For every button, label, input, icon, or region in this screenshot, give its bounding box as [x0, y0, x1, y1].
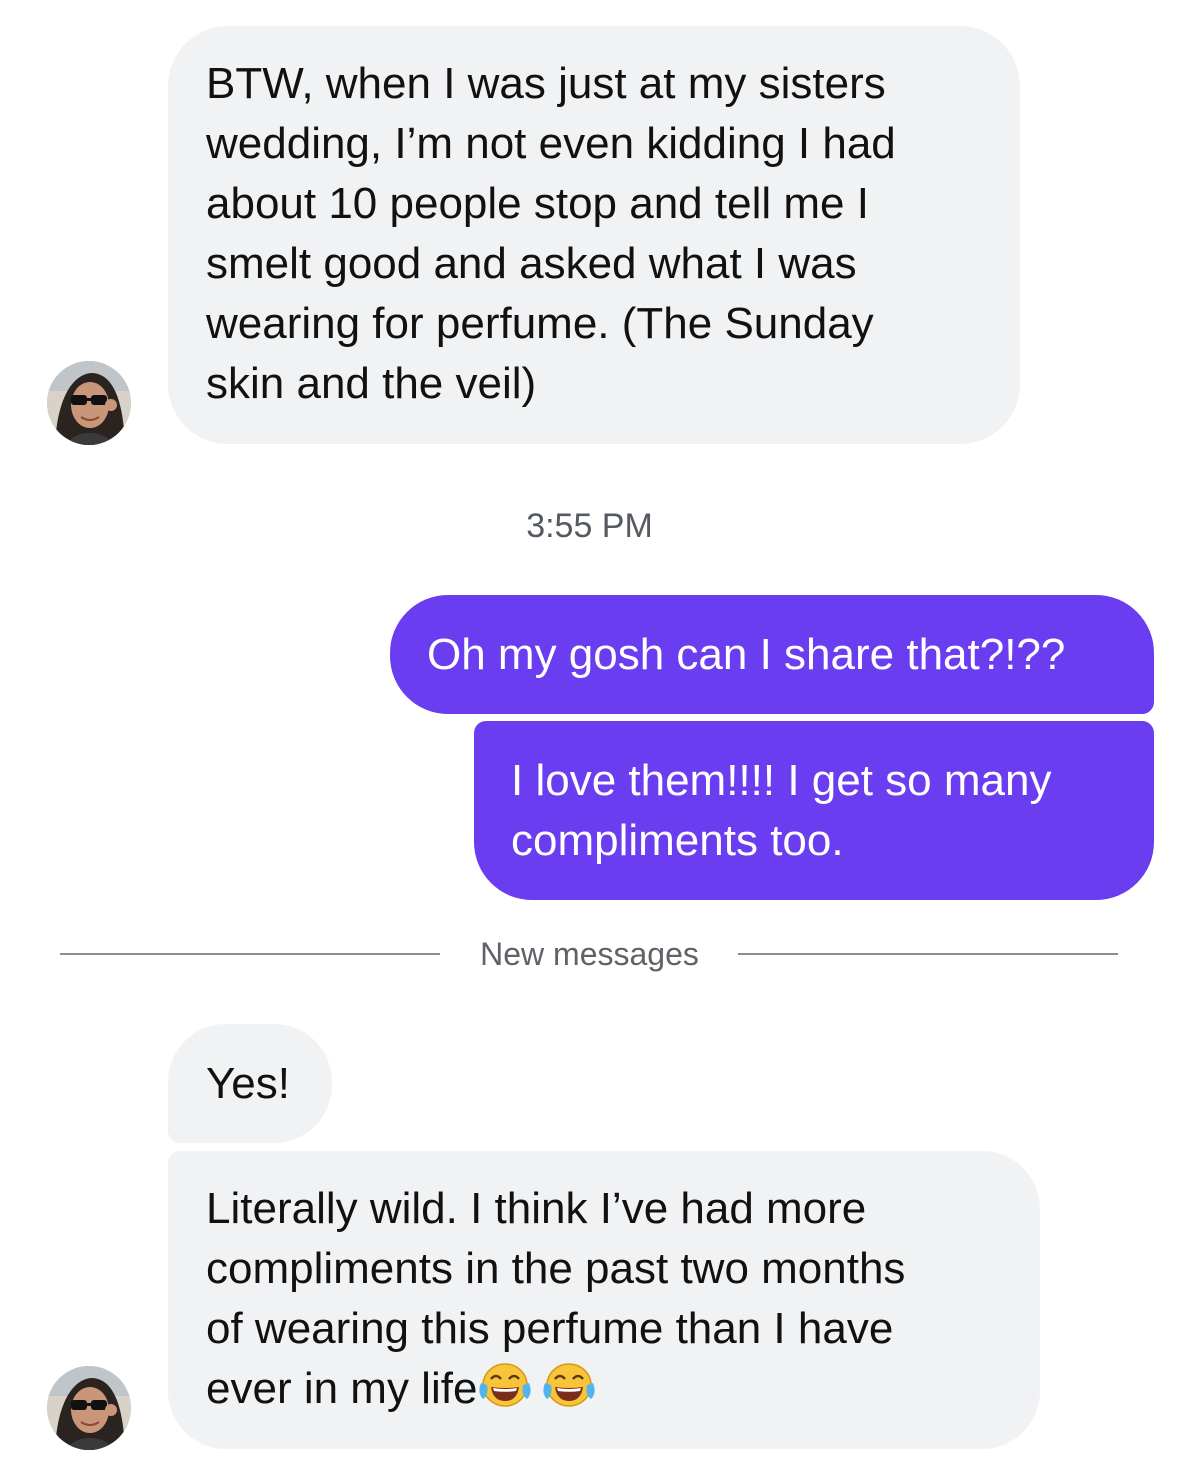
message-text-line: Literally wild. I think I’ve had more — [206, 1184, 867, 1233]
message-text-line-with-emoji: ever in my life — [206, 1359, 1040, 1419]
message-timestamp: 3:55 PM — [526, 507, 653, 545]
message-text-line: Oh my gosh can I share that?!?? — [427, 630, 1066, 679]
message-text-line: wedding, I’m not even kidding I had — [206, 119, 896, 168]
face-with-tears-of-joy-icon — [479, 1363, 532, 1407]
message-text-line: compliments too. — [511, 816, 844, 865]
message-text-line: Yes! — [206, 1059, 291, 1108]
message-text-line: wearing for perfume. (The Sunday — [206, 299, 874, 348]
avatar-photo-icon — [47, 1366, 131, 1450]
message-text-line: smelt good and asked what I was — [206, 239, 857, 288]
avatar-photo-icon — [47, 361, 131, 445]
new-messages-divider-right — [738, 953, 1118, 955]
message-bubble-outgoing[interactable]: I love them!!!! I get so many compliment… — [474, 721, 1154, 900]
message-text-line: about 10 people stop and tell me I — [206, 179, 869, 228]
message-text-line: BTW, when I was just at my sisters — [206, 59, 886, 108]
message-text-line: I love them!!!! I get so many — [511, 756, 1052, 805]
face-with-tears-of-joy-icon — [543, 1363, 596, 1407]
sender-avatar[interactable] — [47, 361, 131, 445]
message-bubble-incoming[interactable]: Yes! — [168, 1024, 332, 1143]
message-bubble-incoming[interactable]: BTW, when I was just at my sisters weddi… — [168, 26, 1020, 444]
message-text-line: compliments in the past two months — [206, 1244, 906, 1293]
message-bubble-outgoing[interactable]: Oh my gosh can I share that?!?? — [390, 595, 1154, 714]
message-text: ever in my life — [206, 1364, 478, 1413]
sender-avatar[interactable] — [47, 1366, 131, 1450]
message-bubble-incoming[interactable]: Literally wild. I think I’ve had more co… — [168, 1151, 1040, 1449]
message-text-line: of wearing this perfume than I have — [206, 1304, 894, 1353]
message-text-line: skin and the veil) — [206, 359, 537, 408]
